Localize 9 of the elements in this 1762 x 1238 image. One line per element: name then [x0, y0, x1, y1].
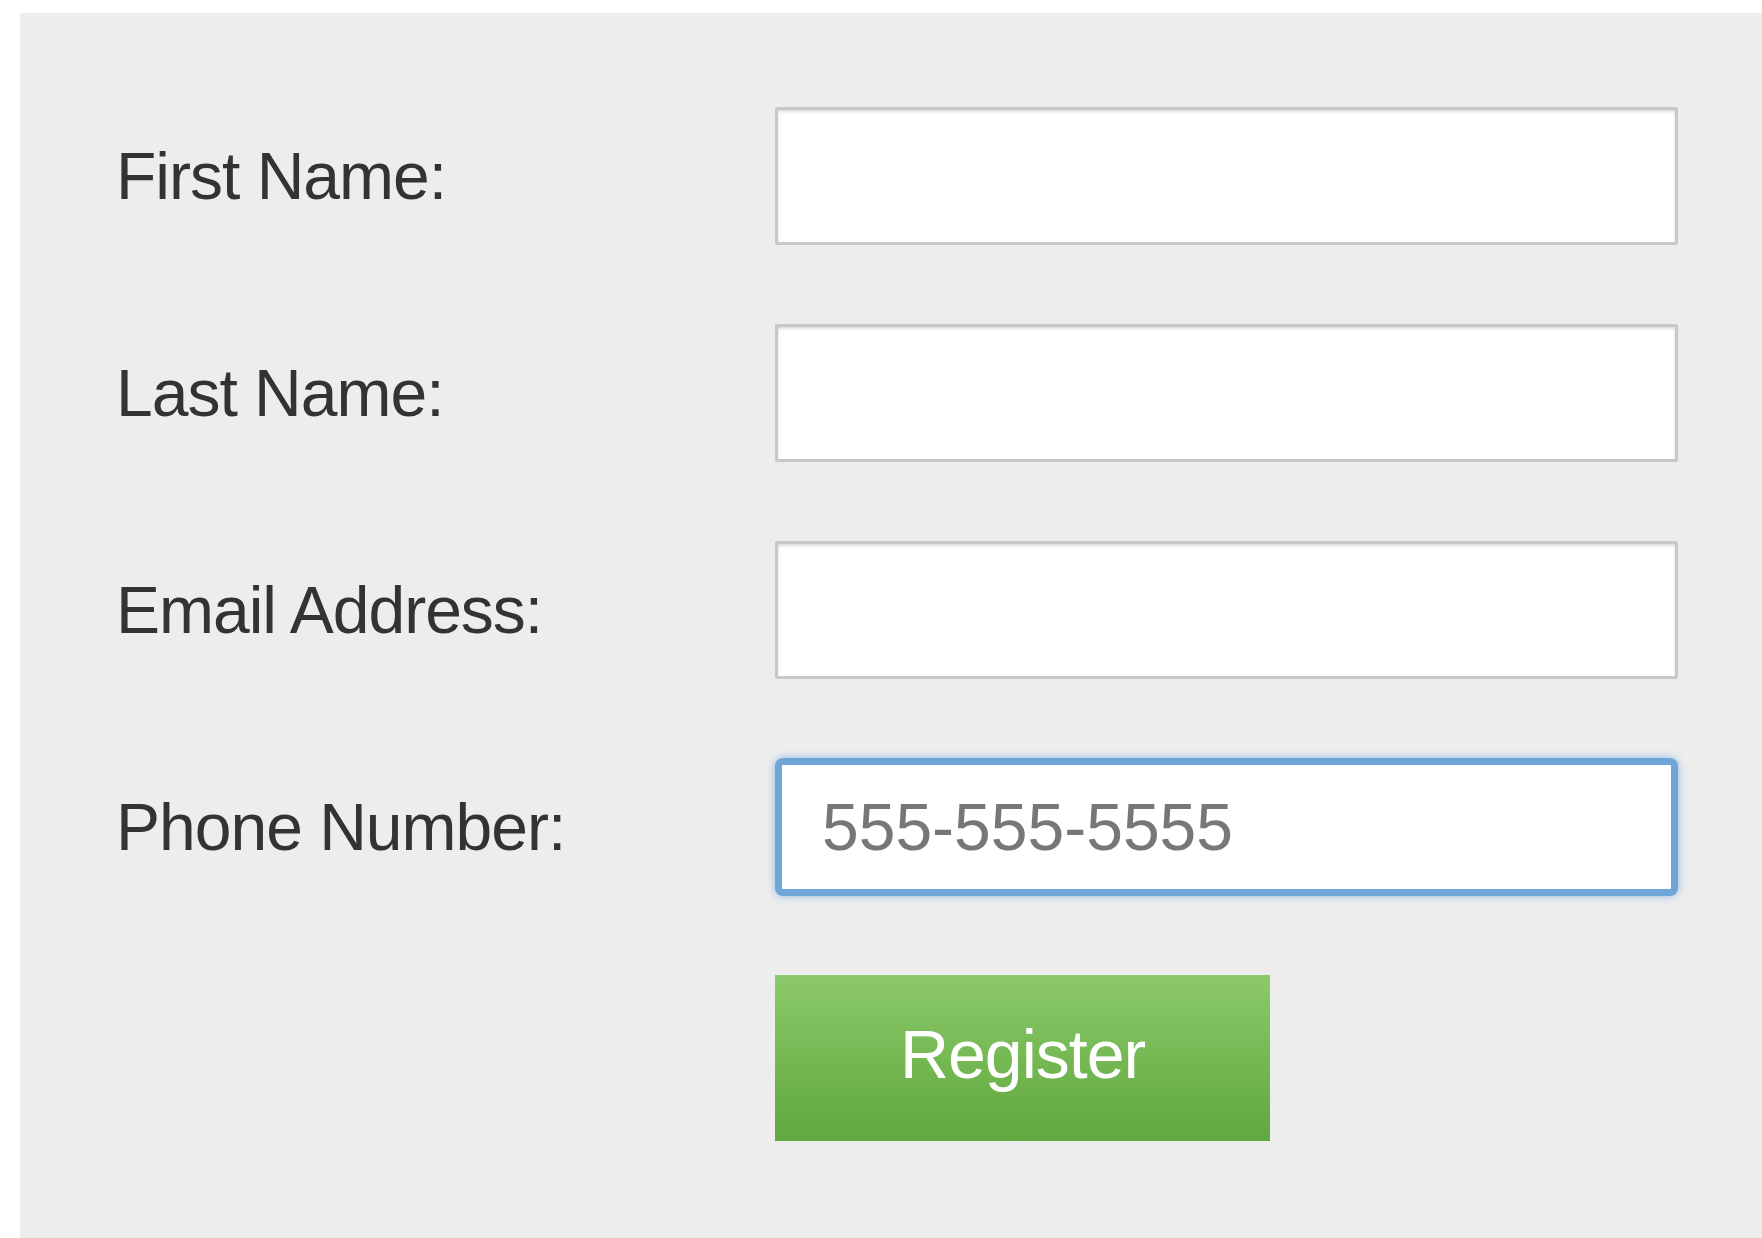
- field-label: Last Name:: [116, 355, 445, 431]
- input-field[interactable]: [775, 324, 1678, 462]
- field-label: Phone Number:: [116, 789, 567, 865]
- field-label: Email Address:: [116, 572, 544, 648]
- register-button[interactable]: Register: [775, 975, 1270, 1141]
- input-field[interactable]: 555-555-5555: [775, 758, 1678, 896]
- input-field[interactable]: [775, 107, 1678, 245]
- field-label: First Name:: [116, 138, 448, 214]
- input-field[interactable]: [775, 541, 1678, 679]
